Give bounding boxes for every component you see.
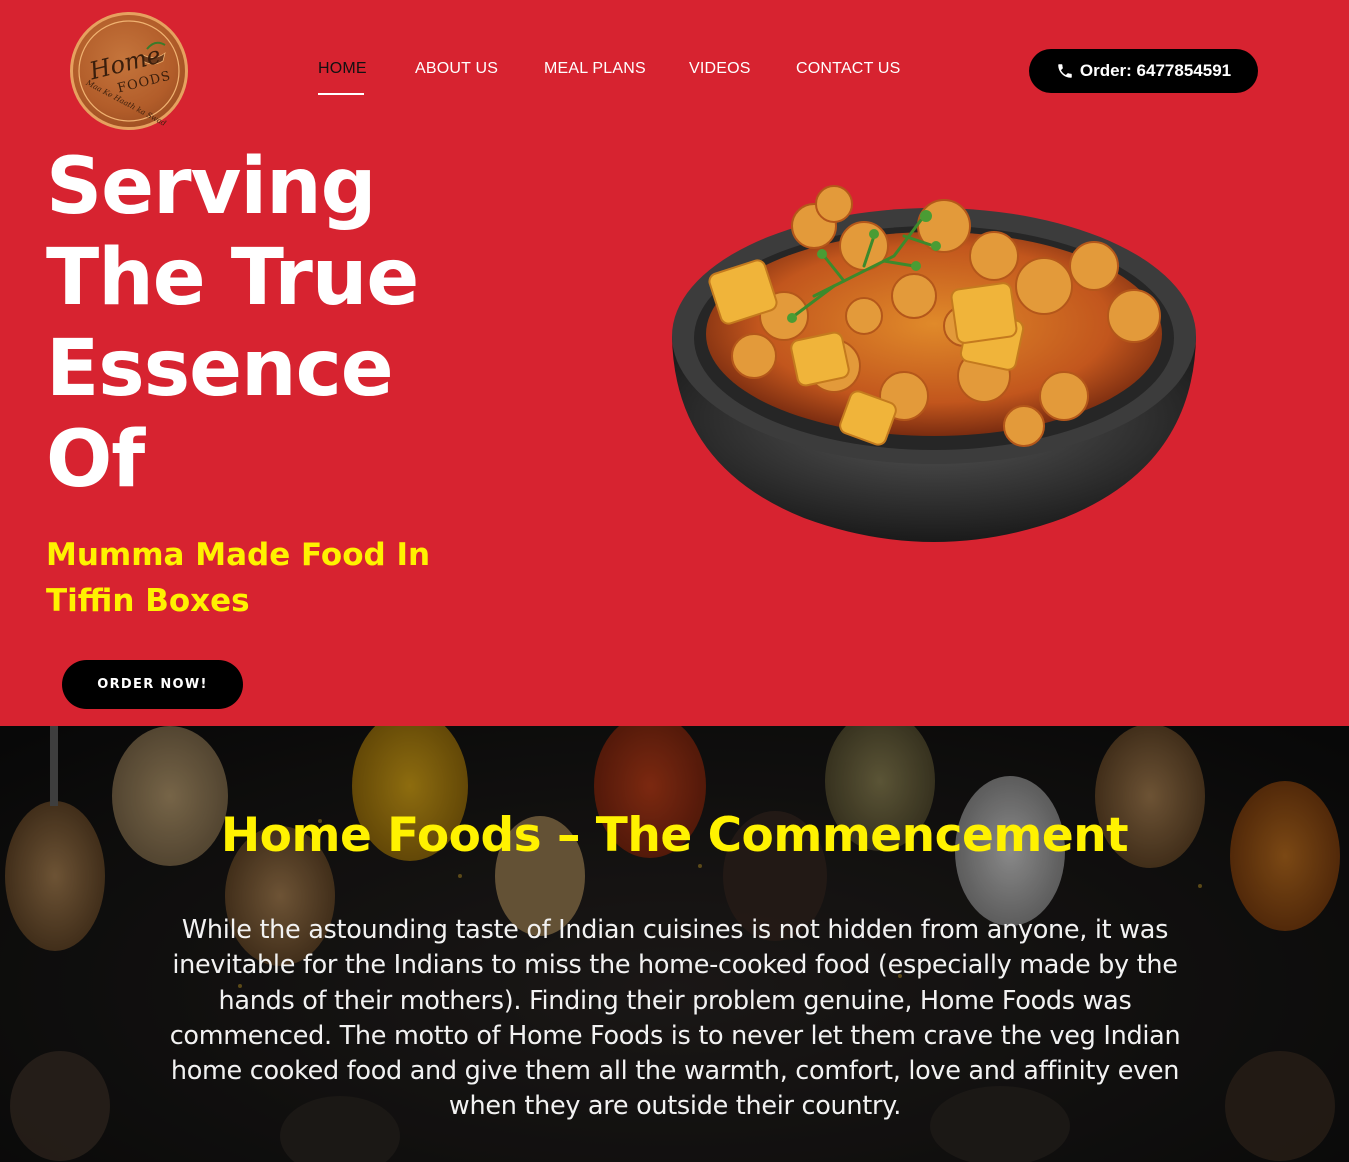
- body-line: home cooked food and give them all the w…: [170, 1056, 1180, 1087]
- commencement-section: Home Foods – The Commencement While the …: [0, 726, 1349, 1162]
- body-line: inevitable for the Indians to miss the h…: [172, 950, 1178, 981]
- phone-icon: [1056, 62, 1074, 80]
- headline-line: The True: [46, 233, 419, 323]
- body-line: hands of their mothers). Finding their p…: [218, 985, 1132, 1016]
- subhead-line: Mumma Made Food In: [46, 537, 431, 573]
- nav-meal-plans[interactable]: MEAL PLANS: [544, 60, 646, 78]
- headline-line: Of: [46, 415, 145, 505]
- order-phone-button[interactable]: Order: 6477854591: [1029, 49, 1258, 93]
- hero-section: Home FOODS Maa Ke Haath ka Swad HOME ABO…: [0, 0, 1349, 726]
- subhead-line: Tiffin Boxes: [46, 583, 250, 619]
- body-line: commenced. The motto of Home Foods is to…: [169, 1020, 1181, 1051]
- nav-home[interactable]: HOME: [318, 60, 367, 78]
- headline-line: Serving: [46, 142, 377, 232]
- nav-videos[interactable]: VIDEOS: [689, 60, 751, 78]
- curry-bowl-image: [664, 166, 1204, 556]
- nav-contact-us[interactable]: CONTACT US: [796, 60, 901, 78]
- order-now-button[interactable]: ORDER NOW!: [62, 660, 243, 709]
- hero-subhead: Mumma Made Food In Tiffin Boxes: [46, 532, 526, 624]
- commencement-body: While the astounding taste of Indian cui…: [130, 913, 1220, 1125]
- body-line: While the astounding taste of Indian cui…: [181, 915, 1169, 945]
- body-line: when they are outside their country.: [448, 1091, 902, 1122]
- home-foods-logo[interactable]: Home FOODS Maa Ke Haath ka Swad: [70, 12, 188, 130]
- headline-line: Essence: [46, 324, 394, 414]
- nav-about-us[interactable]: ABOUT US: [415, 60, 498, 78]
- order-phone-label: Order: 6477854591: [1079, 61, 1232, 80]
- commencement-title: Home Foods – The Commencement: [220, 808, 1129, 863]
- hero-headline: Serving The True Essence Of: [46, 142, 606, 506]
- nav-active-underline: [318, 93, 364, 95]
